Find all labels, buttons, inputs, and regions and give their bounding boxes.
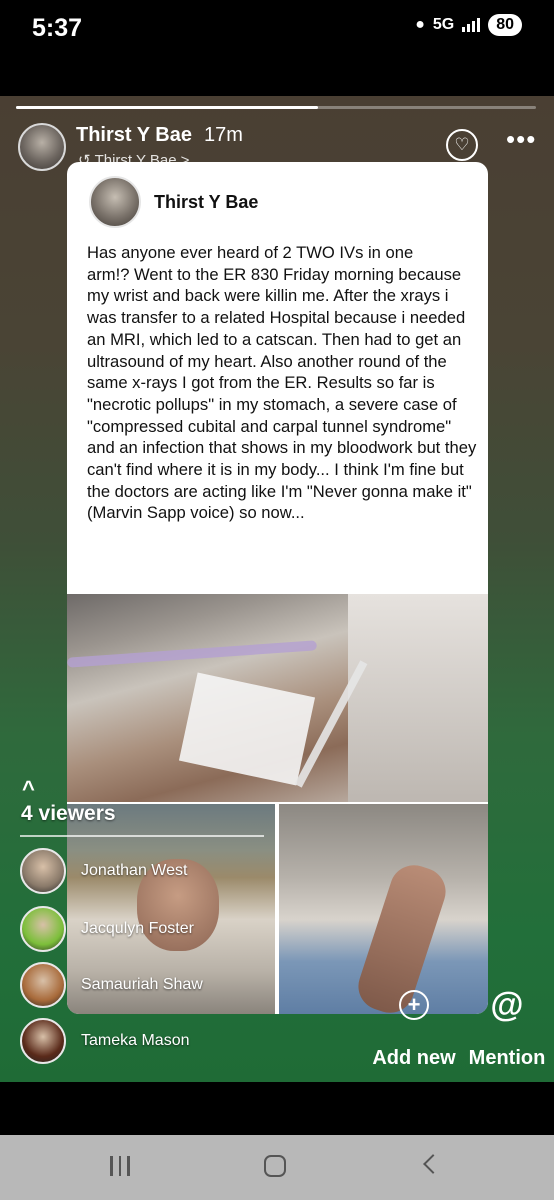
viewer-name: Samauriah Shaw — [81, 976, 203, 993]
viewer-avatar — [20, 906, 66, 952]
story-progress-fill — [16, 106, 318, 109]
more-options-button[interactable]: ••• — [506, 126, 536, 152]
viewer-item[interactable]: Jonathan West — [20, 848, 187, 894]
system-nav-bar — [0, 1135, 554, 1200]
chevron-up-icon[interactable]: ^ — [22, 776, 35, 802]
add-new-button[interactable]: + Add new — [366, 990, 462, 1070]
viewers-divider — [20, 835, 264, 837]
mention-label: Mention — [468, 1047, 546, 1069]
viewer-item[interactable]: Tameka Mason — [20, 1018, 190, 1064]
bottom-spacer — [0, 1082, 554, 1135]
viewers-count[interactable]: 4 viewers — [21, 802, 116, 826]
recents-icon[interactable] — [110, 1156, 130, 1176]
at-sign-icon: @ — [490, 986, 524, 1024]
add-circle-icon: + — [399, 990, 429, 1020]
mention-button[interactable]: @ Mention — [464, 986, 550, 1070]
viewer-name: Jacqulyn Foster — [81, 920, 194, 937]
story-age: 17m — [204, 124, 243, 146]
viewer-name: Tameka Mason — [81, 1032, 190, 1049]
post-author-avatar — [89, 176, 141, 228]
status-icons: ● 5G 80 — [415, 14, 522, 36]
viewer-avatar — [20, 848, 66, 894]
network-label: 5G — [432, 16, 455, 33]
heart-reaction-icon[interactable]: ♡ — [446, 129, 478, 161]
signal-icon — [462, 18, 481, 32]
viewer-item[interactable]: Jacqulyn Foster — [20, 906, 194, 952]
back-icon[interactable] — [423, 1154, 443, 1174]
story-progress-bar — [16, 106, 536, 109]
story-viewer[interactable]: Thirst Y Bae 17m ↺ Thirst Y Bae > ♡ ••• … — [0, 96, 554, 1082]
home-icon[interactable] — [264, 1155, 286, 1177]
battery-badge: 80 — [488, 14, 522, 36]
viewer-avatar — [20, 1018, 66, 1064]
viewer-item[interactable]: Samauriah Shaw — [20, 962, 203, 1008]
post-photo-iv-arm — [67, 594, 488, 802]
viewer-avatar — [20, 962, 66, 1008]
status-bar: 5:37 ● 5G 80 — [0, 0, 554, 96]
post-author-name: Thirst Y Bae — [154, 192, 259, 212]
author-avatar[interactable] — [18, 123, 66, 171]
post-text: Has anyone ever heard of 2 TWO IVs in on… — [87, 243, 477, 523]
author-name[interactable]: Thirst Y Bae — [76, 124, 192, 147]
viewer-name: Jonathan West — [81, 862, 188, 879]
location-icon: ● — [415, 16, 425, 33]
post-photo-leg — [279, 804, 488, 1014]
add-new-label: Add new — [372, 1047, 456, 1069]
status-time: 5:37 — [32, 14, 83, 42]
